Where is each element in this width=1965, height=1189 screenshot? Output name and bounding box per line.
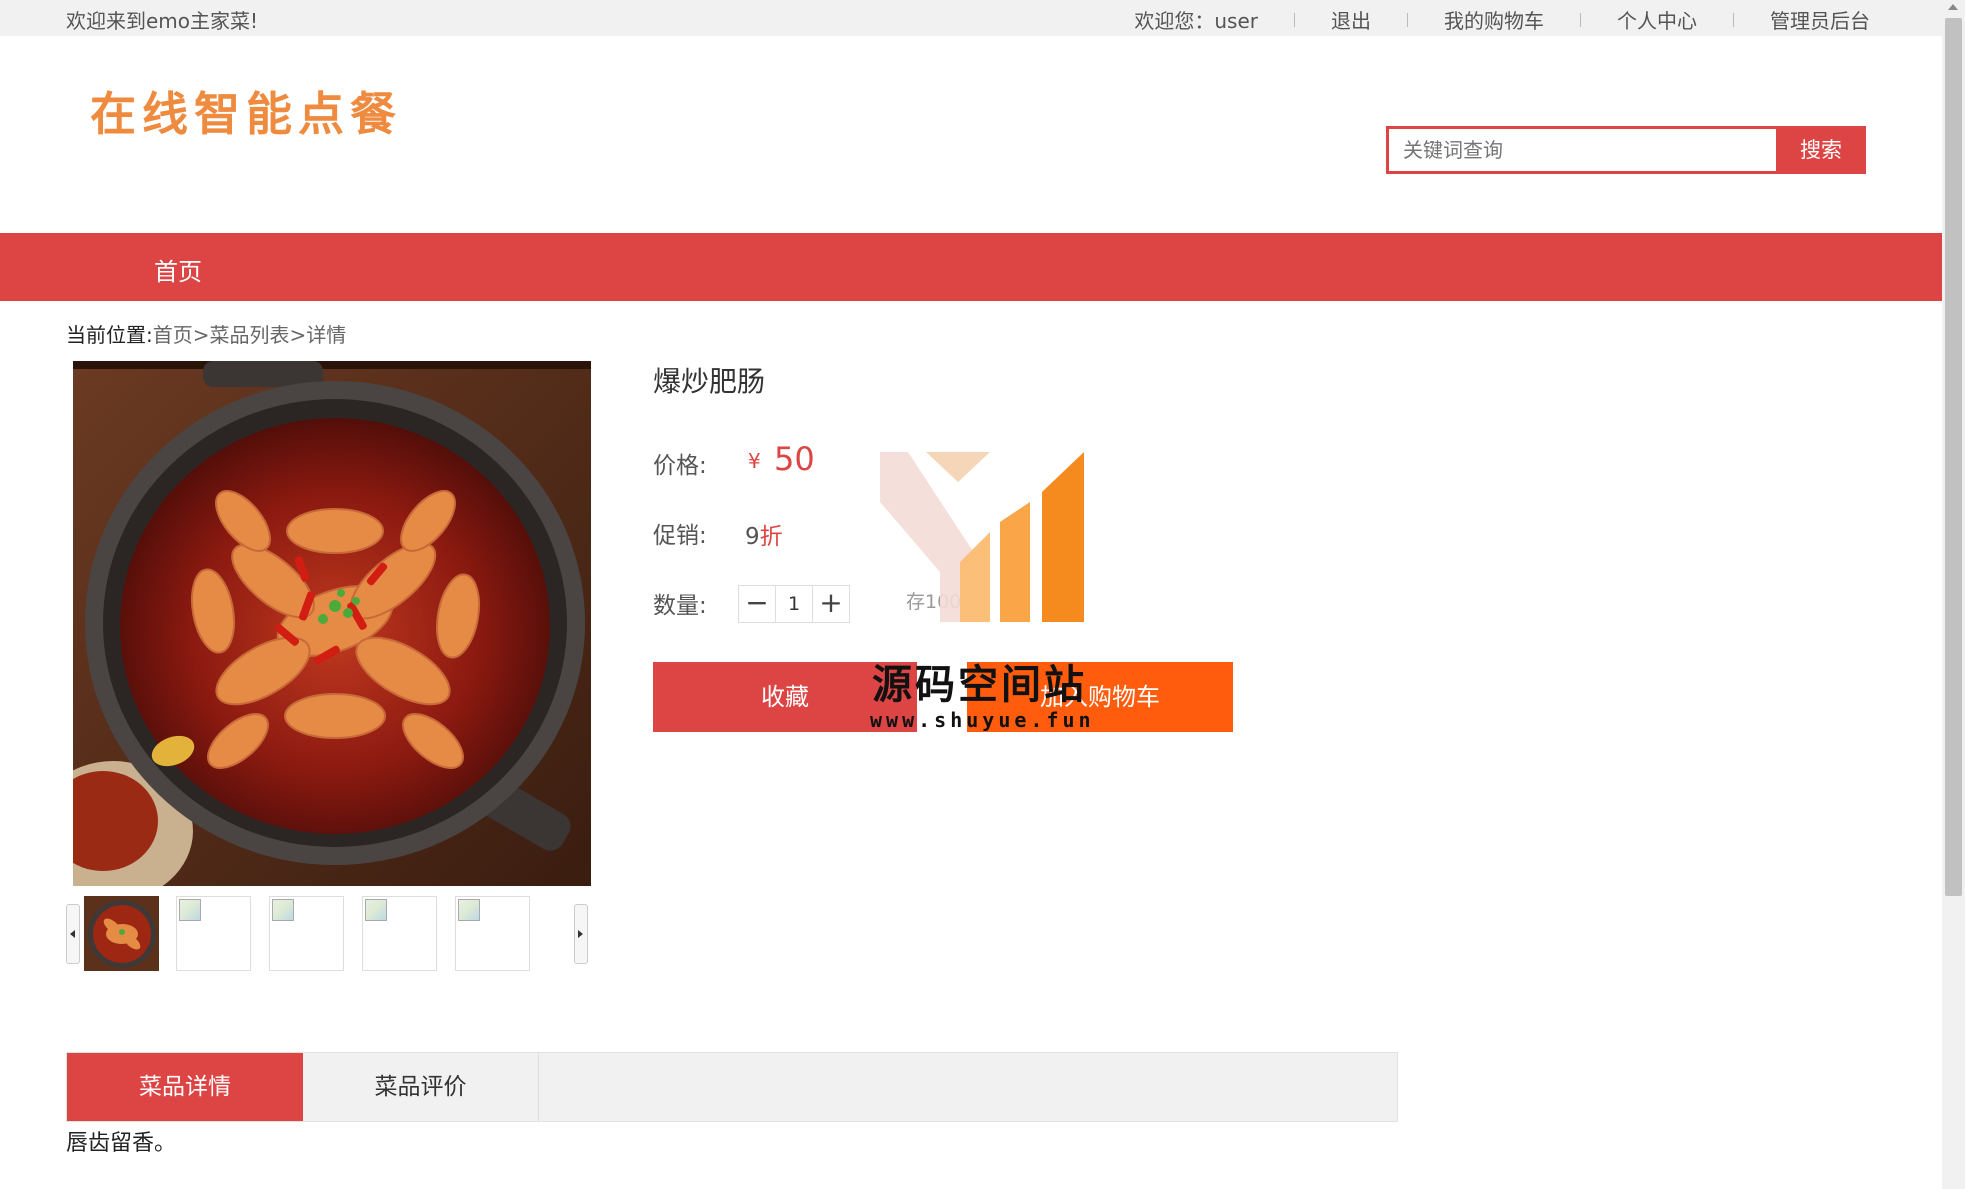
- price-value: 50: [774, 440, 815, 478]
- welcome-text: 欢迎来到emo主家菜!: [66, 9, 259, 33]
- thumbnail-5[interactable]: [455, 896, 530, 971]
- admin-link[interactable]: 管理员后台: [1770, 5, 1870, 34]
- quantity-stepper: − 1 +: [738, 585, 850, 623]
- thumbnail-strip: [66, 894, 588, 971]
- promo-value: 9折: [745, 517, 783, 551]
- thumbnail-1[interactable]: [84, 896, 159, 971]
- detail-tabs: 菜品详情 菜品评价: [66, 1052, 1398, 1122]
- thumbs-next-button[interactable]: [574, 904, 588, 964]
- quantity-label: 数量:: [653, 593, 707, 619]
- search-button[interactable]: 搜索: [1776, 126, 1866, 174]
- broken-image-icon: [365, 899, 387, 921]
- broken-image-icon: [272, 899, 294, 921]
- breadcrumb-list[interactable]: 菜品列表: [210, 323, 290, 347]
- profile-link[interactable]: 个人中心: [1617, 5, 1697, 34]
- thumbnail-2[interactable]: [176, 896, 251, 971]
- top-bar: 欢迎来到emo主家菜! 欢迎您：user 退出 我的购物车 个人中心 管理员后台: [0, 0, 1942, 36]
- dish-thumbnail: [84, 896, 159, 971]
- breadcrumb-home[interactable]: 首页: [153, 323, 193, 347]
- vertical-scrollbar[interactable]: [1942, 0, 1965, 1189]
- nav-item-home[interactable]: 首页: [154, 252, 202, 287]
- top-links: 欢迎您：user 退出 我的购物车 个人中心 管理员后台: [1134, 5, 1870, 34]
- quantity-increase-button[interactable]: +: [812, 585, 850, 623]
- product-main-image: [73, 361, 591, 886]
- watermark-logo: [880, 452, 1084, 622]
- divider: [1733, 12, 1734, 27]
- divider: [1580, 12, 1581, 27]
- thumbnail-3[interactable]: [269, 896, 344, 971]
- user-greeting[interactable]: 欢迎您：user: [1134, 5, 1258, 34]
- tab-reviews[interactable]: 菜品评价: [303, 1053, 539, 1121]
- promo-label: 促销:: [653, 523, 707, 549]
- chevron-right-icon: [578, 930, 583, 938]
- currency-symbol: ¥: [748, 449, 761, 473]
- product-name: 爆炒肥肠: [653, 365, 766, 398]
- quantity-input[interactable]: 1: [776, 585, 812, 623]
- thumbs-prev-button[interactable]: [66, 904, 80, 964]
- breadcrumb-label: 当前位置:: [66, 323, 153, 347]
- scroll-thumb[interactable]: [1945, 18, 1962, 896]
- site-logo[interactable]: 在线智能点餐: [90, 78, 402, 144]
- breadcrumb: 当前位置:首页>菜品列表>详情: [66, 319, 346, 348]
- watermark-title: 源码空间站: [872, 662, 1087, 708]
- main-nav: 首页: [0, 233, 1942, 301]
- price-label: 价格:: [653, 453, 707, 479]
- divider: [1294, 12, 1295, 27]
- breadcrumb-separator: >: [289, 323, 307, 347]
- quantity-decrease-button[interactable]: −: [738, 585, 776, 623]
- watermark-url: www.shuyue.fun: [870, 708, 1095, 732]
- divider: [1407, 12, 1408, 27]
- breadcrumb-current[interactable]: 详情: [306, 323, 346, 347]
- logout-link[interactable]: 退出: [1331, 5, 1371, 34]
- scroll-up-icon[interactable]: [1948, 4, 1958, 10]
- thumbnail-4[interactable]: [362, 896, 437, 971]
- dish-illustration: [73, 361, 591, 886]
- chevron-left-icon: [70, 930, 75, 938]
- broken-image-icon: [179, 899, 201, 921]
- breadcrumb-separator: >: [192, 323, 210, 347]
- promo-unit: 折: [759, 524, 783, 550]
- broken-image-icon: [458, 899, 480, 921]
- tab-details[interactable]: 菜品详情: [67, 1053, 303, 1121]
- promo-number: 9: [745, 524, 760, 550]
- cart-link[interactable]: 我的购物车: [1444, 5, 1544, 34]
- search-input[interactable]: [1386, 126, 1778, 174]
- detail-content: 唇齿留香。: [66, 1131, 177, 1156]
